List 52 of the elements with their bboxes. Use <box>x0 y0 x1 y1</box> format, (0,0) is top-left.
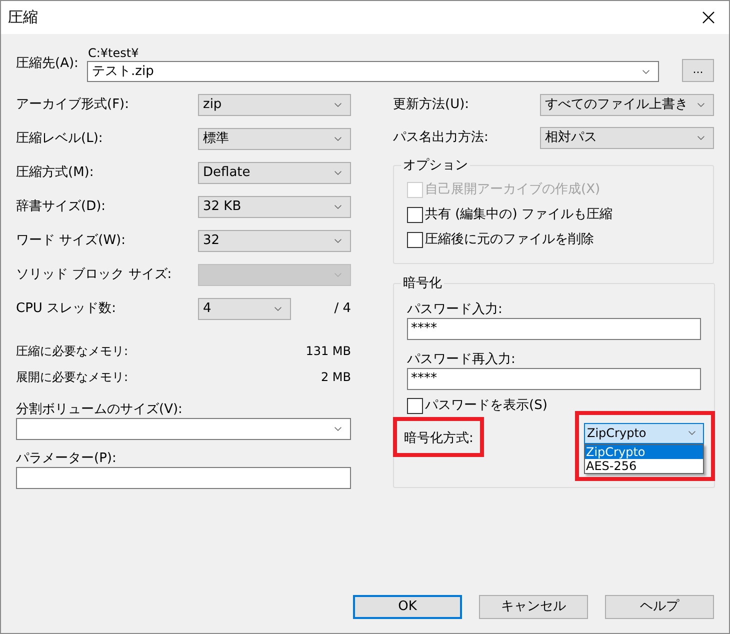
checkbox[interactable] <box>407 398 423 414</box>
memory-value: 2 MB <box>320 369 351 386</box>
window-title: 圧縮 <box>8 7 38 28</box>
checkbox-label: 自己展開アーカイブの作成(X) <box>425 181 600 200</box>
dropdown[interactable] <box>16 418 351 440</box>
dropdown[interactable]: 32 <box>198 230 351 252</box>
dropdown[interactable]: すべてのファイル上書き <box>540 94 714 116</box>
field-label: CPU スレッド数: <box>16 300 117 318</box>
checkbox[interactable] <box>407 207 423 223</box>
field-label: 圧縮方式(M): <box>16 164 95 182</box>
dropdown[interactable]: 標準 <box>198 128 351 150</box>
field-label: パスワード再入力: <box>407 350 516 368</box>
dialog-button[interactable]: OK <box>353 595 462 619</box>
field-label: アーカイブ形式(F): <box>16 96 130 114</box>
dialog-button[interactable]: キャンセル <box>479 595 588 619</box>
password-field[interactable]: **** <box>407 318 701 340</box>
dropdown[interactable]: 32 KB <box>198 196 351 218</box>
group-title: 暗号化 <box>402 275 443 293</box>
close-icon[interactable] <box>702 11 715 24</box>
password-confirm-field[interactable]: **** <box>407 368 701 390</box>
memory-label: 圧縮に必要なメモリ: <box>16 343 128 360</box>
field-label: 更新方法(U): <box>393 96 470 114</box>
field-label: 圧縮先(A): <box>16 55 80 73</box>
field-label: 辞書サイズ(D): <box>16 198 107 216</box>
checkbox-label: 圧縮後に元のファイルを削除 <box>425 231 594 250</box>
checkbox-label: 共有 (編集中の) ファイルも圧縮 <box>425 206 612 224</box>
dropdown[interactable]: 相対パス <box>540 126 714 148</box>
checkbox[interactable] <box>407 232 423 248</box>
field-label: ソリッド ブロック サイズ: <box>16 266 173 284</box>
browse-button[interactable]: ... <box>682 59 714 82</box>
field-label: パラメーター(P): <box>16 450 118 467</box>
field-label: パス名出力方法: <box>393 128 488 147</box>
dialog-button[interactable]: ヘルプ <box>605 595 714 619</box>
encryption-dropdown[interactable]: ZipCrypto <box>584 422 704 444</box>
dropdown-option[interactable]: ZipCrypto <box>585 444 703 458</box>
path-text: C:¥test¥ <box>88 45 140 61</box>
dropdown[interactable]: Deflate <box>198 162 351 184</box>
group-title: オプション <box>402 157 469 175</box>
memory-label: 展開に必要なメモリ: <box>16 369 128 386</box>
field-label: ワード サイズ(W): <box>16 232 127 250</box>
destination-combo[interactable]: テスト.zip <box>87 61 659 82</box>
memory-value: 131 MB <box>306 343 351 360</box>
parameters-field[interactable] <box>16 467 351 489</box>
field-label: パスワード入力: <box>407 300 504 318</box>
dropdown[interactable]: 4 <box>198 298 291 320</box>
dropdown-option[interactable]: AES-256 <box>585 458 703 472</box>
field-label: 圧縮レベル(L): <box>16 130 104 148</box>
field-label: 分割ボリュームのサイズ(V): <box>16 401 184 418</box>
dropdown[interactable]: zip <box>198 94 351 116</box>
checkbox-label: パスワードを表示(S) <box>425 397 548 416</box>
thread-max: / 4 <box>334 300 351 318</box>
field-label: 暗号化方式: <box>404 430 474 446</box>
